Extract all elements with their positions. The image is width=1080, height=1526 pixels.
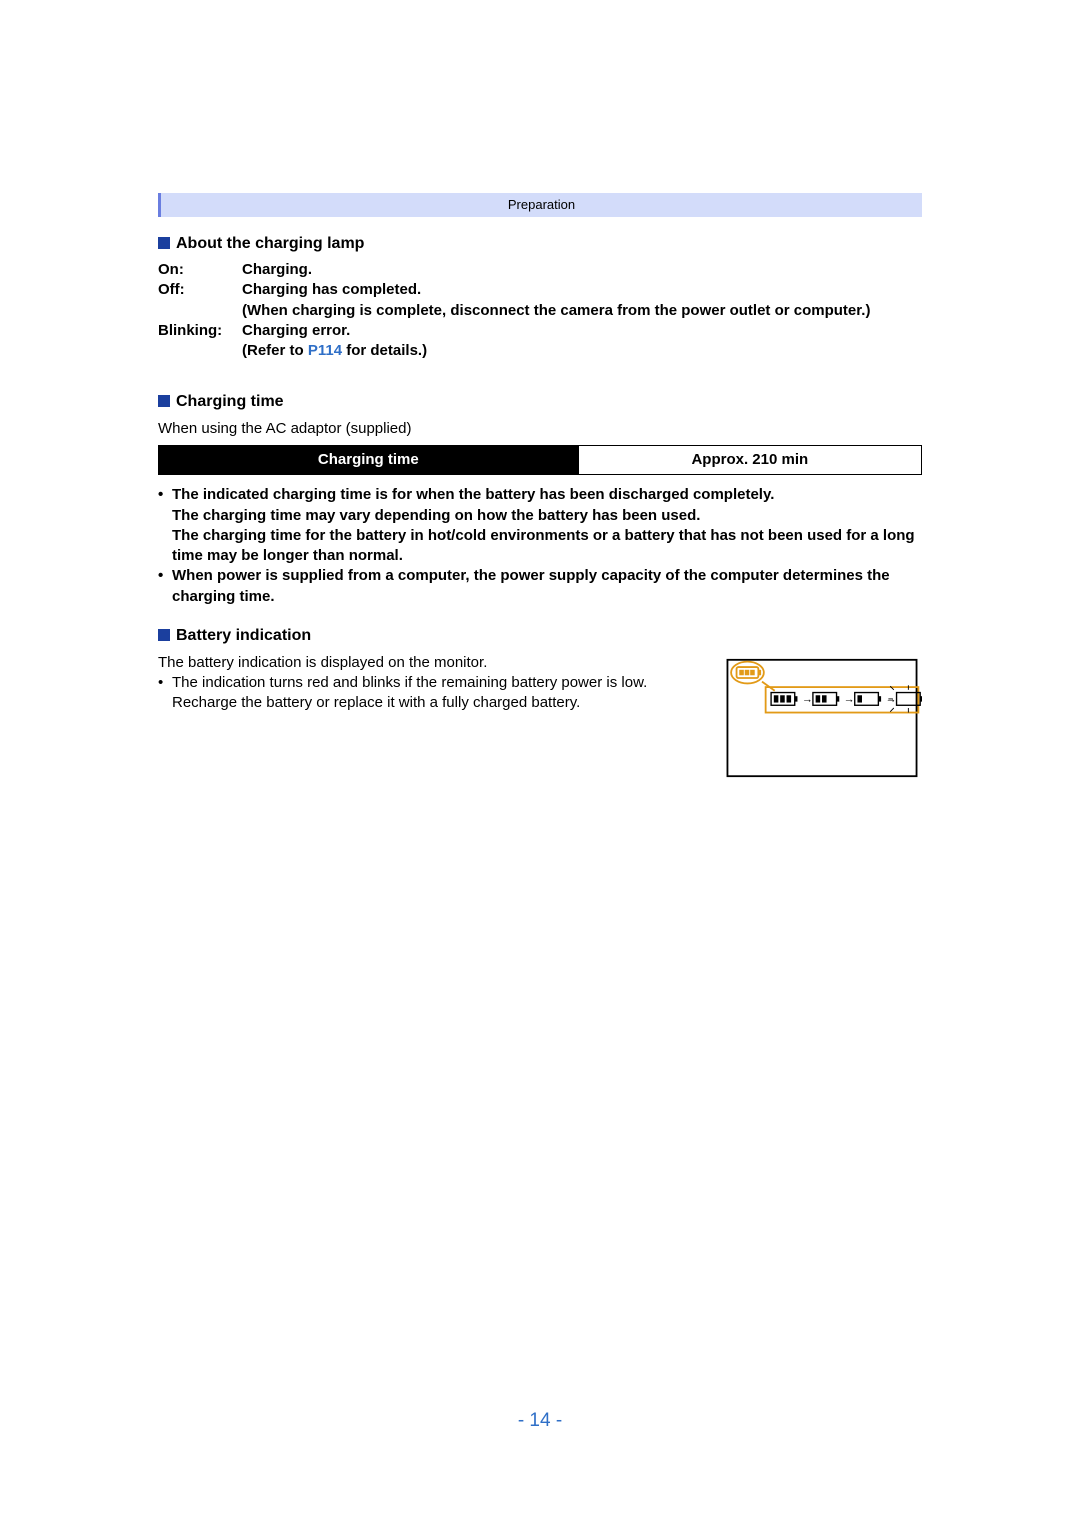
page-number: - 14 - — [0, 1408, 1080, 1434]
battery-indication-bullet: • The indication turns red and blinks if… — [158, 673, 702, 714]
monitor-svg-icon: → → → — [722, 653, 922, 783]
charging-time-subtext: When using the AC adaptor (supplied) — [158, 419, 922, 439]
lamp-val-off-line1: Charging has completed. — [242, 281, 421, 298]
lamp-val-on: Charging. — [242, 260, 922, 280]
heading-charging-time: Charging time — [158, 391, 922, 413]
lamp-row-off: Off: Charging has completed. (When charg… — [158, 280, 922, 321]
heading-charging-lamp-text: About the charging lamp — [176, 235, 364, 252]
note-line: The charging time for the battery in hot… — [172, 527, 915, 564]
battery-indication-line1: The battery indication is displayed on t… — [158, 653, 702, 673]
svg-text:→: → — [886, 693, 897, 705]
lamp-val-blinking: Charging error. (Refer to P114 for detai… — [242, 321, 922, 362]
note-item: • When power is supplied from a computer… — [158, 566, 922, 607]
bullet-dot-icon: • — [158, 485, 172, 566]
heading-battery-indication: Battery indication — [158, 625, 922, 647]
battery-indication-block: The battery indication is displayed on t… — [158, 653, 922, 783]
table-row: Charging time Approx. 210 min — [159, 446, 922, 475]
note-text: When power is supplied from a computer, … — [172, 566, 922, 607]
lamp-row-blinking: Blinking: Charging error. (Refer to P114… — [158, 321, 922, 362]
lamp-val-off: Charging has completed. (When charging i… — [242, 280, 922, 321]
lamp-key-on: On: — [158, 260, 242, 280]
note-line: The charging time may vary depending on … — [172, 507, 700, 524]
lamp-val-blinking-line1: Charging error. — [242, 322, 350, 339]
lamp-key-blinking: Blinking: — [158, 321, 242, 362]
charging-time-notes: • The indicated charging time is for whe… — [158, 485, 922, 607]
charging-time-value-cell: Approx. 210 min — [578, 446, 921, 475]
section-banner: Preparation — [158, 193, 922, 217]
note-line: The indicated charging time is for when … — [172, 486, 774, 503]
heading-charging-time-text: Charging time — [176, 393, 284, 410]
battery-indication-illustration: → → → — [722, 653, 922, 783]
heading-charging-lamp: About the charging lamp — [158, 233, 922, 255]
lamp-val-blinking-pre: (Refer to — [242, 342, 308, 359]
bullet-dot-icon: • — [158, 673, 172, 714]
square-bullet-icon — [158, 629, 170, 641]
note-text: The indicated charging time is for when … — [172, 485, 922, 566]
battery-indication-text: The battery indication is displayed on t… — [158, 653, 702, 714]
lamp-val-blinking-line2: (Refer to P114 for details.) — [242, 342, 427, 359]
section-banner-label: Preparation — [508, 197, 575, 212]
bullet-dot-icon: • — [158, 566, 172, 607]
battery-indication-line2: The indication turns red and blinks if t… — [172, 673, 702, 714]
svg-text:→: → — [802, 693, 813, 705]
lamp-val-blinking-post: for details.) — [342, 342, 427, 359]
square-bullet-icon — [158, 237, 170, 249]
page-link-p114[interactable]: P114 — [308, 342, 342, 359]
lamp-row-on: On: Charging. — [158, 260, 922, 280]
note-item: • The indicated charging time is for whe… — [158, 485, 922, 566]
charging-time-table: Charging time Approx. 210 min — [158, 445, 922, 475]
heading-battery-indication-text: Battery indication — [176, 627, 311, 644]
page: Preparation About the charging lamp On: … — [0, 0, 1080, 1526]
lamp-key-off: Off: — [158, 280, 242, 321]
square-bullet-icon — [158, 395, 170, 407]
charging-time-label-cell: Charging time — [159, 446, 579, 475]
svg-text:→: → — [844, 693, 855, 705]
lamp-val-off-line2: (When charging is complete, disconnect t… — [242, 302, 870, 319]
